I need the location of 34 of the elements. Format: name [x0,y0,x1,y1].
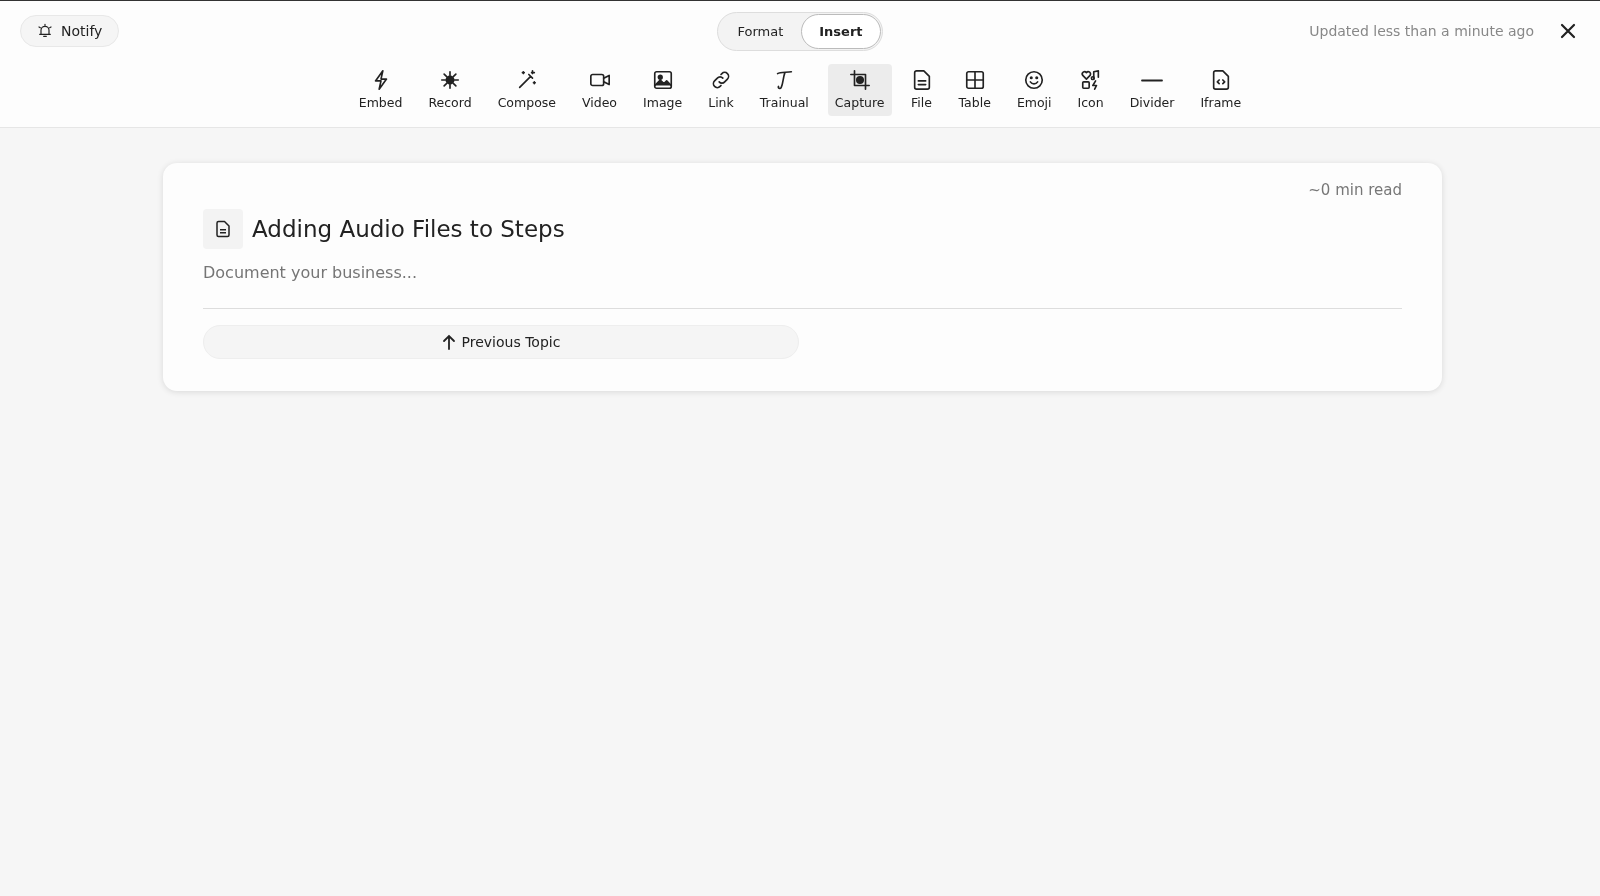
insert-tool[interactable]: Compose [490,64,563,116]
close-icon [1560,23,1576,39]
description-field[interactable]: Document your business... [203,263,1402,282]
notify-button[interactable]: Notify [20,15,120,47]
insert-tool[interactable]: Image [636,64,690,116]
mode-tab[interactable]: Insert [801,13,881,49]
insert-tool[interactable]: File [903,64,940,116]
smiley-icon [1023,69,1046,91]
arrow-up-icon [441,334,456,350]
insert-tool[interactable]: Icon [1070,64,1111,116]
mode-tab[interactable]: Format [719,13,802,49]
insert-tool[interactable]: Link [701,64,741,116]
bell-icon [37,23,53,39]
crop-icon [848,69,871,91]
update-status: Updated less than a minute ago [1309,23,1534,39]
insert-tool[interactable]: Iframe [1193,64,1249,116]
document-title: Adding Audio Files to Steps [252,216,565,242]
insert-tool[interactable]: Trainual [752,64,816,116]
document-icon [203,209,243,249]
insert-tool[interactable]: Table [951,64,998,116]
insert-tool[interactable]: Embed [351,64,410,116]
image-icon [651,69,674,91]
insert-tool[interactable]: Capture [827,64,892,116]
shapes-icon [1079,69,1102,91]
horizontal-line-icon [1141,78,1164,82]
insert-tool[interactable]: Video [575,64,624,116]
previous-topic-button[interactable]: Previous Topic [203,325,799,359]
starburst-icon [439,69,462,91]
insert-tool[interactable]: Record [421,64,479,116]
close-button[interactable] [1560,23,1576,39]
insert-tool[interactable]: Emoji [1009,64,1059,116]
read-time: ~0 min read [1307,181,1402,199]
table-icon [963,69,986,91]
insert-tool[interactable]: Divider [1122,64,1182,116]
